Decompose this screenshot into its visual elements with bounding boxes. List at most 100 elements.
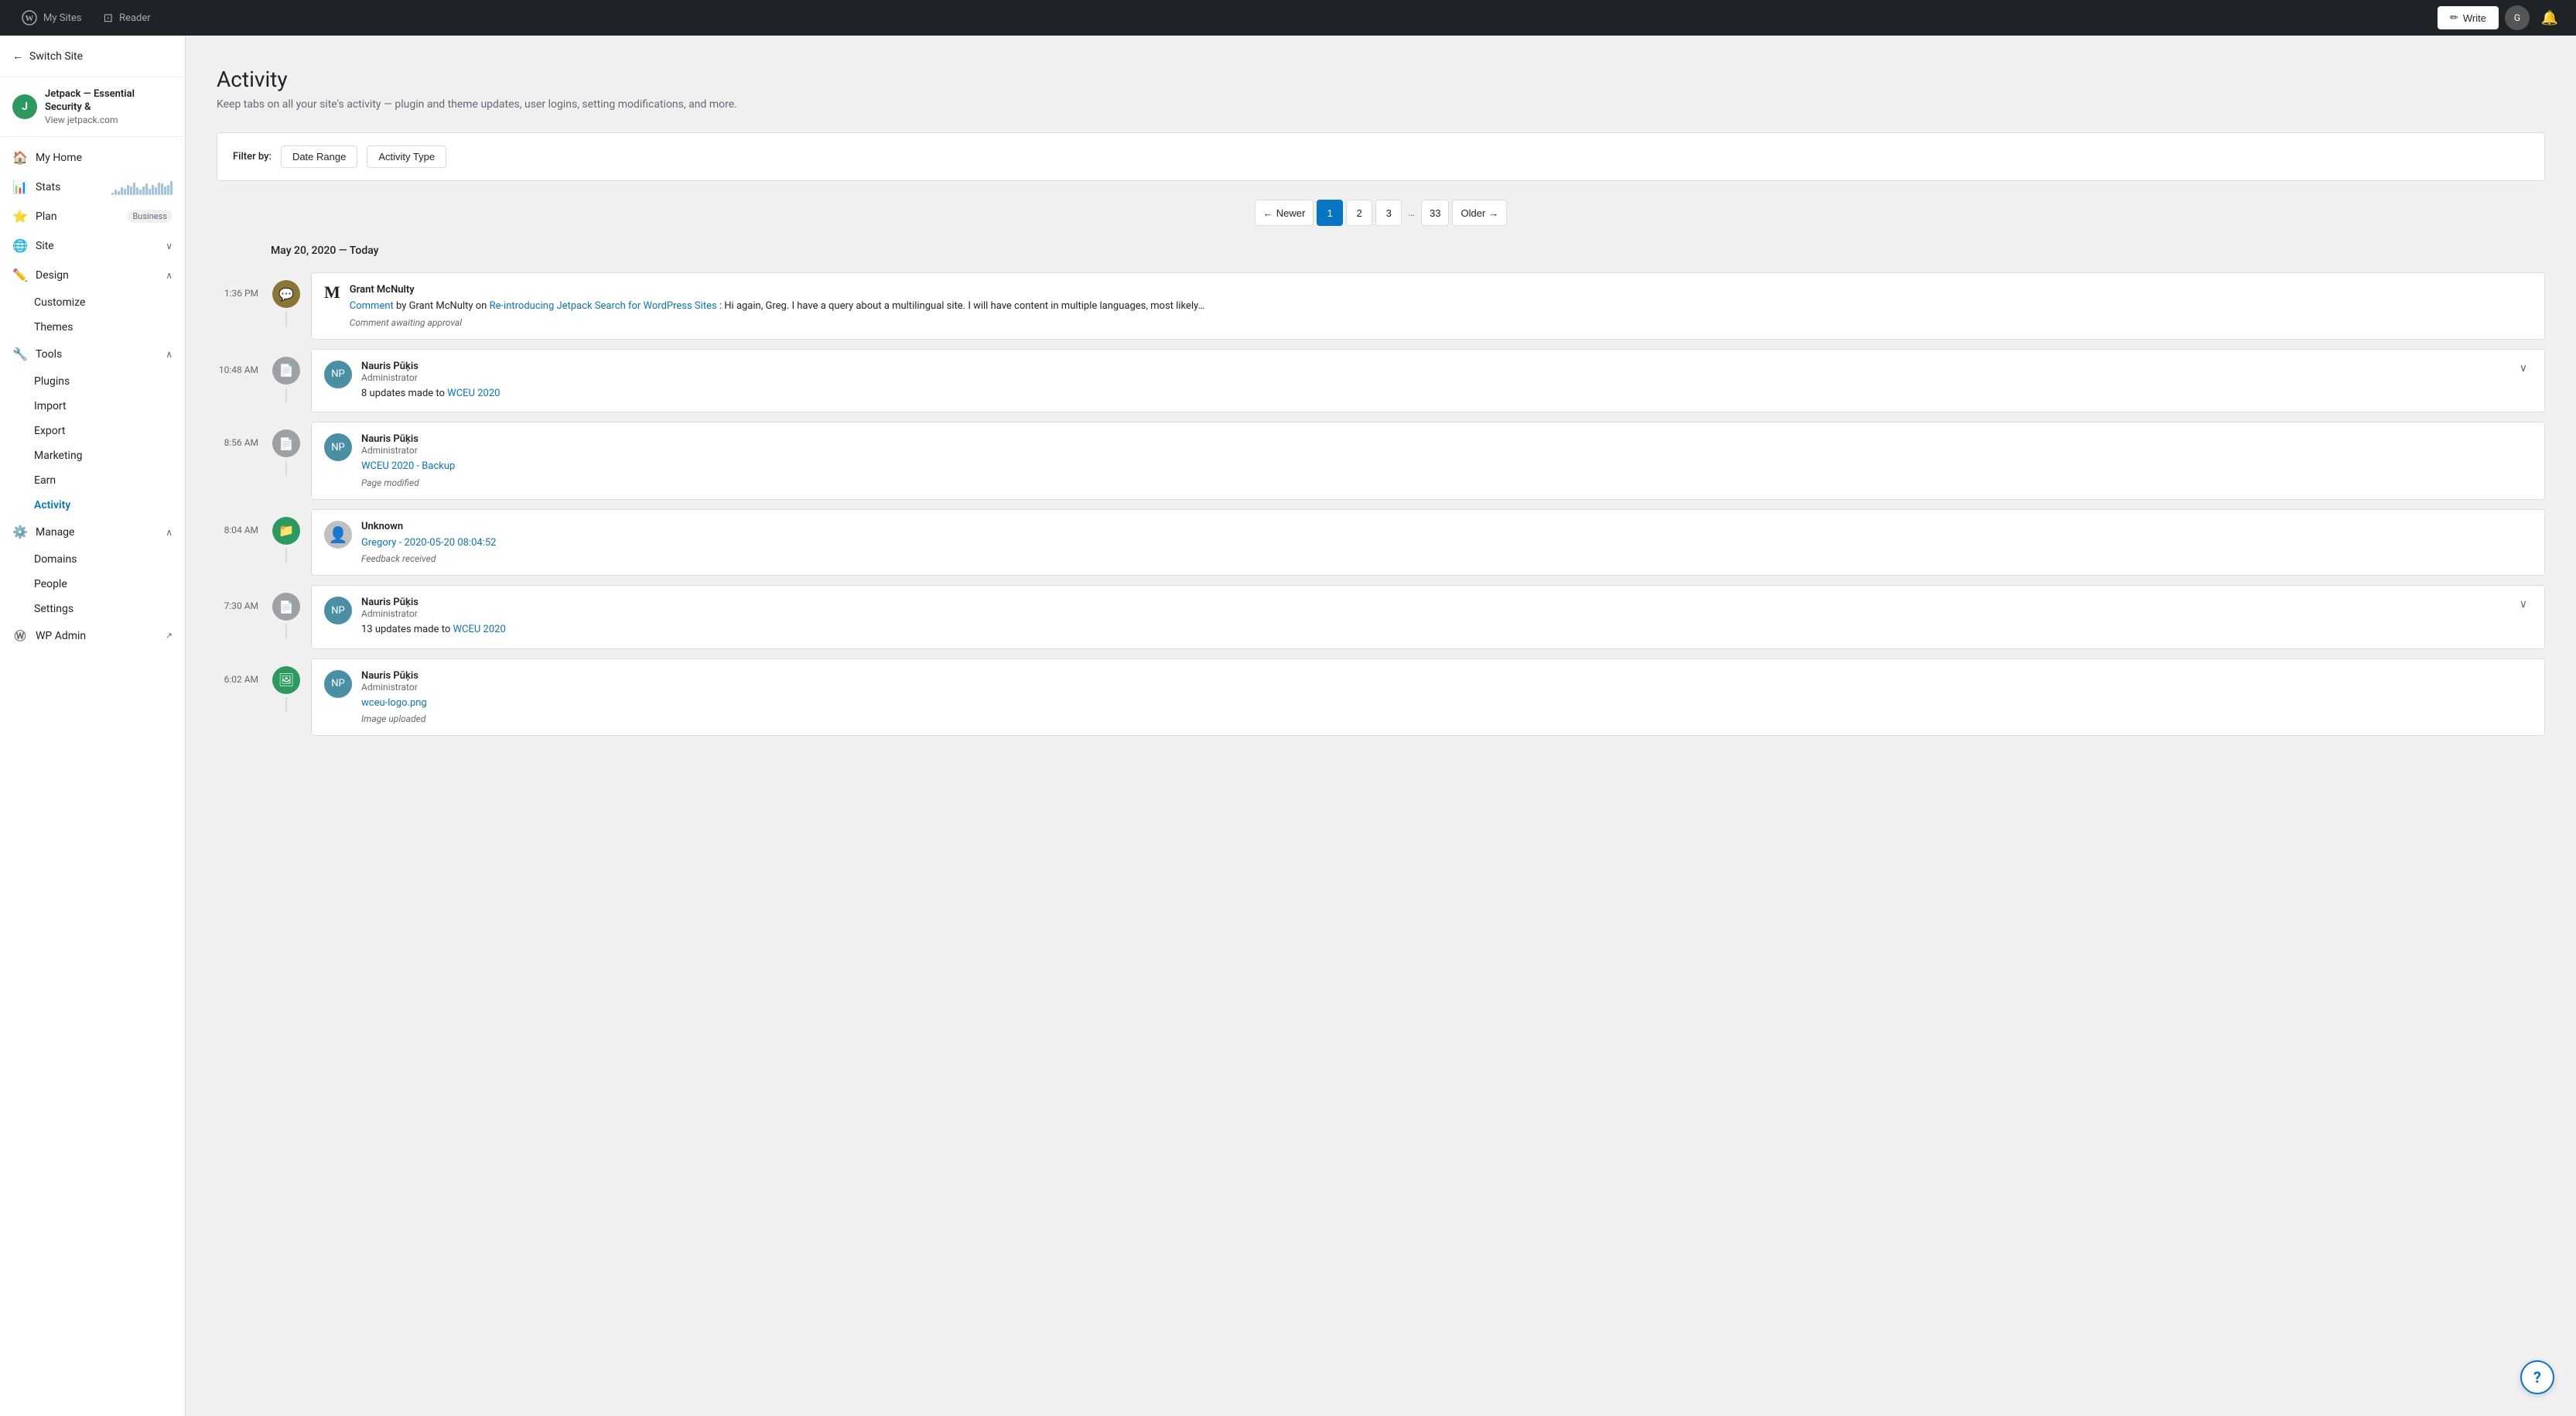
sidebar-item-wp-admin[interactable]: Ⓦ WP Admin ↗ xyxy=(0,621,185,651)
site-url: View jetpack.com xyxy=(45,115,173,125)
sidebar-item-plan[interactable]: ⭐ Plan Business xyxy=(0,202,185,231)
older-page-button[interactable]: Older → xyxy=(1452,200,1507,226)
activity-item-4: 8:04 AM 📁 👤 Unknown Gregory - 20 xyxy=(217,509,2545,586)
time-label-3: 8:56 AM xyxy=(224,437,258,448)
sidebar-item-people[interactable]: People xyxy=(34,572,185,597)
my-home-label: My Home xyxy=(36,152,82,164)
mini-chart-bar xyxy=(114,190,117,195)
mini-chart-bar xyxy=(158,183,160,195)
my-sites-label: My Sites xyxy=(43,12,81,24)
page-link-3[interactable]: WCEU 2020 - Backup xyxy=(361,460,455,472)
sidebar-item-domains[interactable]: Domains xyxy=(34,547,185,572)
activity-icon-col-5: 📄 xyxy=(271,585,302,642)
page-33-button[interactable]: 33 xyxy=(1421,200,1449,226)
sidebar-item-plugins[interactable]: Plugins xyxy=(34,369,185,394)
feedback-link-4[interactable]: Gregory - 2020-05-20 08:04:52 xyxy=(361,537,496,549)
sidebar-item-export[interactable]: Export xyxy=(34,419,185,443)
topnav-right: ✏ Write G 🔔 xyxy=(2438,4,2564,32)
time-label-4: 8:04 AM xyxy=(224,525,258,535)
sidebar-item-manage[interactable]: ⚙️ Manage ∧ xyxy=(0,518,185,547)
sidebar-item-my-home[interactable]: 🏠 My Home xyxy=(0,143,185,173)
sidebar-item-design[interactable]: ✏️ Design ∧ xyxy=(0,261,185,290)
user-avatar-3: NP xyxy=(324,433,352,461)
image-link-6[interactable]: wceu-logo.png xyxy=(361,697,427,709)
sidebar-item-themes[interactable]: Themes xyxy=(34,315,185,340)
page-title: Activity xyxy=(217,67,2545,92)
activity-action-text-5: 13 updates made to xyxy=(361,624,453,635)
top-navigation: W My Sites ⊡ Reader ✏ Write G 🔔 xyxy=(0,0,2576,36)
activity-card-5: NP Nauris Pūķis Administrator 13 updates… xyxy=(311,585,2545,649)
activity-desc-4: Gregory - 2020-05-20 08:04:52 xyxy=(361,535,2532,551)
timeline-line-3 xyxy=(285,460,287,476)
sidebar-item-settings[interactable]: Settings xyxy=(34,597,185,621)
activity-icon-3: 📄 xyxy=(272,429,300,457)
write-label: Write xyxy=(2463,12,2486,24)
my-sites-nav[interactable]: W My Sites xyxy=(12,5,91,30)
post-link-1[interactable]: Re-introducing Jetpack Search for WordPr… xyxy=(490,300,717,312)
expand-button-2[interactable]: ∨ xyxy=(2515,361,2532,376)
sidebar-item-import[interactable]: Import xyxy=(34,394,185,419)
home-icon: 🏠 xyxy=(12,150,28,166)
mini-chart-bar xyxy=(127,185,129,195)
filter-date-range-button[interactable]: Date Range xyxy=(281,145,357,168)
plan-label: Plan xyxy=(36,210,57,223)
back-icon: ← xyxy=(12,50,23,63)
notifications-button[interactable]: 🔔 xyxy=(2536,4,2564,32)
user-avatar-6: NP xyxy=(324,670,352,698)
activity-card-6: NP Nauris Pūķis Administrator wceu-logo.… xyxy=(311,658,2545,737)
sidebar-item-customize[interactable]: Customize xyxy=(34,290,185,315)
activity-card-inner-1: M Grant McNulty Comment by Grant McNulty… xyxy=(324,284,2532,328)
timeline-line-1 xyxy=(285,311,287,327)
site-details: Jetpack — Essential Security & View jetp… xyxy=(45,88,173,125)
activity-note-6: Image uploaded xyxy=(361,713,2532,724)
page-2-button[interactable]: 2 xyxy=(1346,200,1372,226)
activity-desc-3: WCEU 2020 - Backup xyxy=(361,459,2532,474)
timeline-line-5 xyxy=(285,624,287,639)
user-avatar[interactable]: G xyxy=(2505,5,2530,30)
activity-icon-6: 🖼 xyxy=(272,666,300,694)
reader-label: Reader xyxy=(119,12,151,24)
activity-list: 1:36 PM 💬 M Grant McNulty Comment xyxy=(217,272,2545,745)
switch-site-button[interactable]: ← Switch Site xyxy=(0,36,185,77)
activity-extra-text-1: : Hi again, Greg. I have a query about a… xyxy=(719,300,1204,312)
activity-item-6: 6:02 AM 🖼 NP Nauris Pūķis Administrator … xyxy=(217,658,2545,746)
switch-site-label: Switch Site xyxy=(29,50,83,63)
sidebar-item-tools[interactable]: 🔧 Tools ∧ xyxy=(0,340,185,369)
sidebar-item-site[interactable]: 🌐 Site ∨ xyxy=(0,231,185,261)
filter-activity-type-button[interactable]: Activity Type xyxy=(367,145,446,168)
newer-page-button[interactable]: ← Newer xyxy=(1255,200,1314,226)
sidebar-item-stats[interactable]: 📊 Stats xyxy=(0,173,185,202)
activity-item-2: 10:48 AM 📄 NP Nauris Pūķis Administrator… xyxy=(217,349,2545,422)
date-header: May 20, 2020 — Today xyxy=(217,245,2545,266)
wceu-link-5[interactable]: WCEU 2020 xyxy=(453,624,505,635)
plan-icon: ⭐ xyxy=(12,209,28,224)
mini-chart-bar xyxy=(139,190,142,195)
activity-desc-5: 13 updates made to WCEU 2020 xyxy=(361,622,2506,638)
help-button[interactable]: ? xyxy=(2520,1360,2554,1394)
activity-icon-col-3: 📄 xyxy=(271,422,302,479)
activity-time-3: 8:56 AM xyxy=(217,422,271,449)
wceu-link-2[interactable]: WCEU 2020 xyxy=(447,388,500,399)
page-1-button[interactable]: 1 xyxy=(1317,200,1343,226)
sidebar-item-marketing[interactable]: Marketing xyxy=(34,443,185,468)
activity-time-5: 7:30 AM xyxy=(217,585,271,612)
sidebar-item-activity[interactable]: Activity xyxy=(34,493,185,518)
activity-user-role-2: Administrator xyxy=(361,372,2506,383)
activity-card-1: M Grant McNulty Comment by Grant McNulty… xyxy=(311,272,2545,340)
sidebar-item-earn[interactable]: Earn xyxy=(34,468,185,493)
mini-chart-bar xyxy=(161,183,163,195)
filter-bar: Filter by: Date Range Activity Type xyxy=(217,132,2545,181)
design-submenu: Customize Themes xyxy=(0,290,185,340)
comment-link[interactable]: Comment xyxy=(350,300,394,312)
reader-icon: ⊡ xyxy=(103,11,113,25)
activity-item-5: 7:30 AM 📄 NP Nauris Pūķis Administrator … xyxy=(217,585,2545,658)
activity-icon-col-6: 🖼 xyxy=(271,658,302,716)
site-chevron-icon: ∨ xyxy=(166,241,173,251)
page-3-button[interactable]: 3 xyxy=(1375,200,1402,226)
write-button[interactable]: ✏ Write xyxy=(2438,6,2499,29)
user-avatar-4: 👤 xyxy=(324,521,352,549)
expand-button-5[interactable]: ∨ xyxy=(2515,597,2532,612)
comment-icon-area: M xyxy=(324,284,340,301)
site-name: Jetpack — Essential Security & xyxy=(45,88,173,115)
reader-nav[interactable]: ⊡ Reader xyxy=(94,6,159,29)
